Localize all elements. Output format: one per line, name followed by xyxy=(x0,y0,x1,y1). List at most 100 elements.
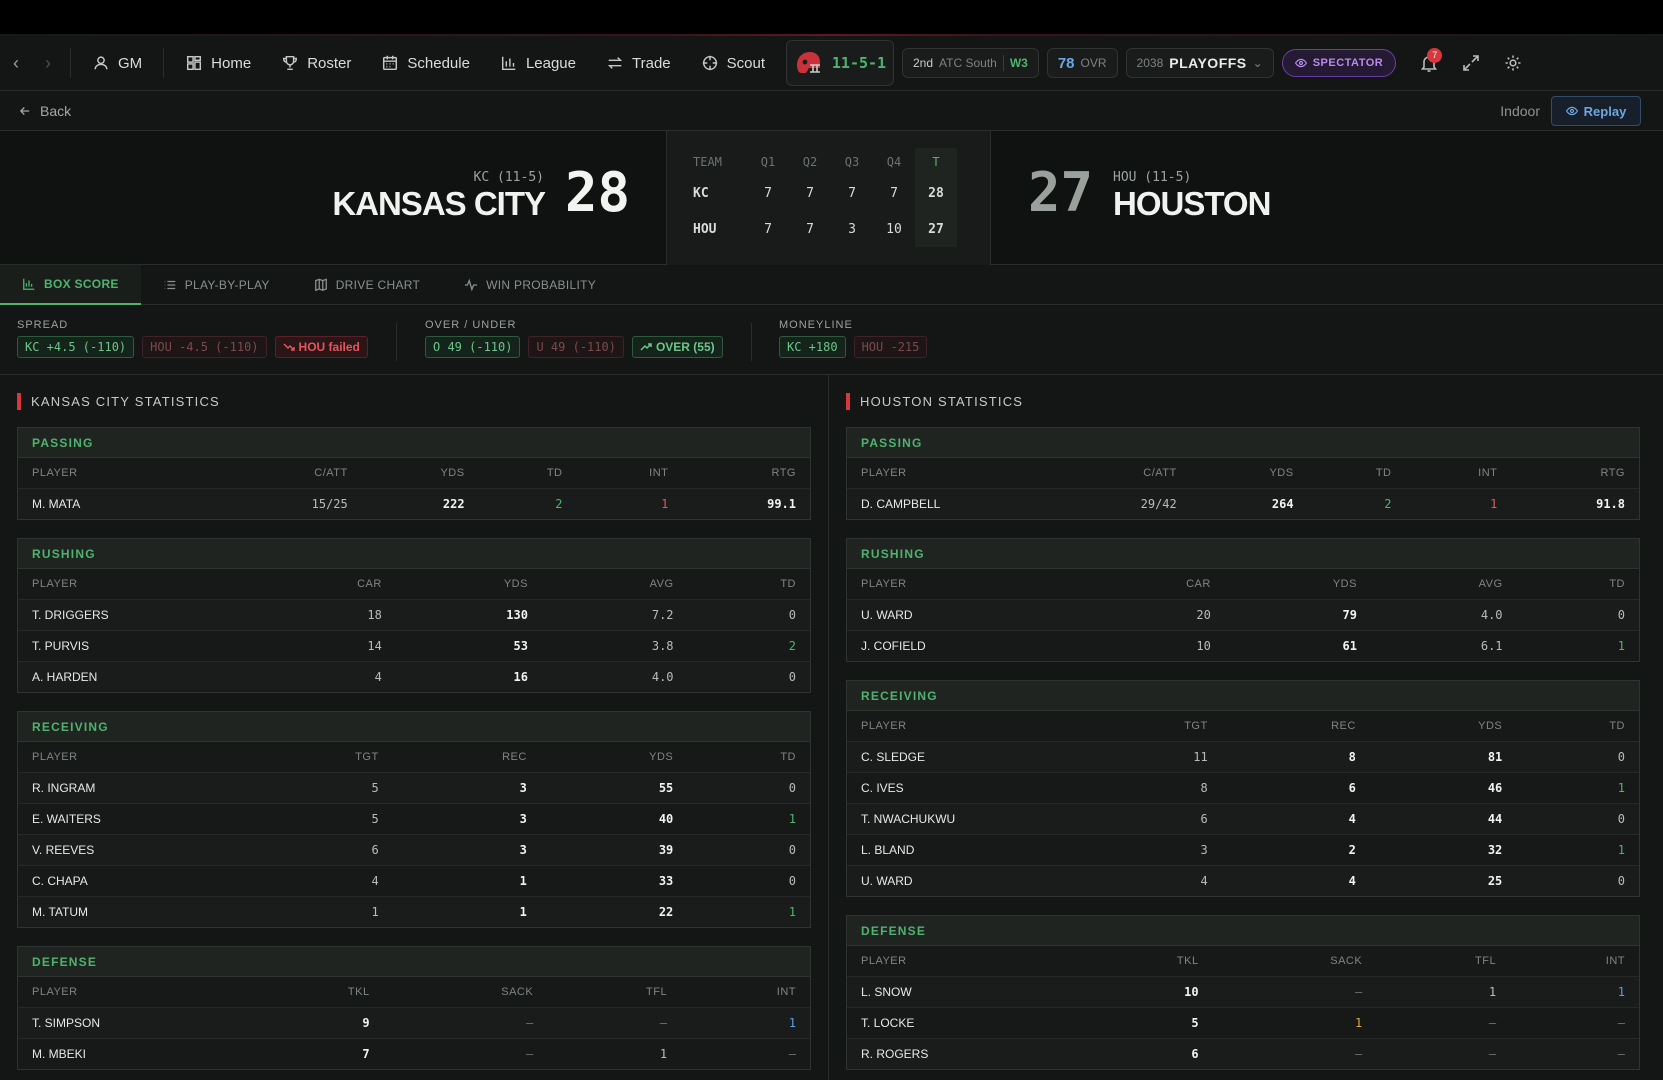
player-name[interactable]: D. CAMPBELL xyxy=(847,487,1047,519)
stat-cell: 1 xyxy=(681,1006,810,1038)
table-row[interactable]: U. WARD 4 4 25 0 xyxy=(847,864,1639,896)
tab-label: WIN PROBABILITY xyxy=(486,278,597,292)
nav-item-schedule[interactable]: Schedule xyxy=(366,36,485,91)
stat-cell: 3 xyxy=(392,833,541,865)
team-record-box[interactable]: 11-5-1 xyxy=(786,40,894,86)
table-row[interactable]: C. SLEDGE 11 8 81 0 xyxy=(847,740,1639,772)
player-name[interactable]: T. NWACHUKWU xyxy=(847,802,1077,834)
hou-stats-title-text: HOUSTON STATISTICS xyxy=(860,393,1024,409)
tab-label: PLAY-BY-PLAY xyxy=(184,278,270,292)
list-icon xyxy=(164,280,175,290)
table-row[interactable]: R. ROGERS 6 – – – xyxy=(847,1037,1639,1069)
standing-pill[interactable]: 2nd ATC South W3 xyxy=(902,48,1039,78)
bet-divider xyxy=(751,323,752,361)
player-name[interactable]: C. SLEDGE xyxy=(847,740,1077,772)
pill-divider xyxy=(1002,55,1004,71)
stat-cell: 4 xyxy=(248,660,396,692)
column-header: TD xyxy=(1609,719,1625,732)
player-name[interactable]: T. LOCKE xyxy=(847,1006,1077,1038)
column-header: PLAYER xyxy=(32,577,78,590)
player-name[interactable]: C. CHAPA xyxy=(18,864,248,896)
stat-cell: 1 xyxy=(687,895,810,927)
table-row[interactable]: R. INGRAM 5 3 55 0 xyxy=(18,771,810,803)
tab-drive-chart[interactable]: DRIVE CHART xyxy=(292,265,442,305)
player-name[interactable]: L. BLAND xyxy=(847,833,1077,865)
ovr-pill[interactable]: 78 OVR xyxy=(1046,48,1118,78)
settings-button[interactable] xyxy=(1492,36,1534,91)
nav-item-home[interactable]: Home xyxy=(170,36,266,91)
tab-win-probability[interactable]: WIN PROBABILITY xyxy=(442,265,618,305)
player-name[interactable]: U. WARD xyxy=(847,864,1077,896)
nav-forward-arrow[interactable]: › xyxy=(32,36,64,91)
table-header-row: PLAYER TGT REC YDS TD xyxy=(18,742,810,772)
player-name[interactable]: M. TATUM xyxy=(18,895,248,927)
player-name[interactable]: M. MATA xyxy=(18,487,218,519)
player-name[interactable]: J. COFIELD xyxy=(847,629,1077,661)
table-row[interactable]: T. SIMPSON 9 – – 1 xyxy=(18,1006,810,1038)
table-header-row: PLAYER TKL SACK TFL INT xyxy=(18,977,810,1007)
column-header: INT xyxy=(1605,954,1625,967)
table-row[interactable]: U. WARD 20 79 4.0 0 xyxy=(847,598,1639,630)
player-name[interactable]: C. IVES xyxy=(847,771,1077,803)
section-title: DEFENSE xyxy=(847,916,1639,946)
nav-item-league[interactable]: League xyxy=(485,36,591,91)
spectator-badge[interactable]: SPECTATOR xyxy=(1281,49,1397,77)
player-name[interactable]: L. SNOW xyxy=(847,975,1077,1007)
season-select[interactable]: 2038 PLAYOFFS ⌄ xyxy=(1125,48,1274,78)
player-name[interactable]: R. ROGERS xyxy=(847,1037,1077,1069)
notification-count: 7 xyxy=(1427,47,1443,63)
stat-cell: 20 xyxy=(1077,598,1225,630)
player-name[interactable]: E. WAITERS xyxy=(18,802,248,834)
stat-cell: 1 xyxy=(687,802,810,834)
table-row[interactable]: M. MBEKI 7 – 1 – xyxy=(18,1037,810,1069)
player-name[interactable]: T. PURVIS xyxy=(18,629,248,661)
table-row[interactable]: V. REEVES 6 3 39 0 xyxy=(18,833,810,865)
table-header-row: PLAYER CAR YDS AVG TD xyxy=(847,569,1639,599)
table-row[interactable]: A. HARDEN 4 16 4.0 0 xyxy=(18,660,810,692)
stat-cell: – xyxy=(1376,1037,1511,1069)
notifications-button[interactable]: 7 xyxy=(1408,36,1450,91)
table-row[interactable]: M. MATA 15/25 222 2 1 99.1 xyxy=(18,487,810,519)
player-name[interactable]: V. REEVES xyxy=(18,833,248,865)
table-row[interactable]: T. DRIGGERS 18 130 7.2 0 xyxy=(18,598,810,630)
nav-back-arrow[interactable]: ‹ xyxy=(0,36,32,91)
section-title: PASSING xyxy=(847,428,1639,458)
column-header: CAR xyxy=(1186,577,1211,590)
table-row[interactable]: C. CHAPA 4 1 33 0 xyxy=(18,864,810,896)
stat-cell: 18 xyxy=(248,598,396,630)
table-row[interactable]: L. BLAND 3 2 32 1 xyxy=(847,833,1639,865)
table-row[interactable]: T. NWACHUKWU 6 4 44 0 xyxy=(847,802,1639,834)
back-button[interactable]: Back xyxy=(18,91,71,131)
tab-box-score[interactable]: BOX SCORE xyxy=(0,265,141,305)
player-name[interactable]: T. SIMPSON xyxy=(18,1006,248,1038)
table-row[interactable]: M. TATUM 1 1 22 1 xyxy=(18,895,810,927)
table-row[interactable]: D. CAMPBELL 29/42 264 2 1 91.8 xyxy=(847,487,1639,519)
fullscreen-button[interactable] xyxy=(1450,36,1492,91)
table-row[interactable]: E. WAITERS 5 3 40 1 xyxy=(18,802,810,834)
table-row[interactable]: L. SNOW 10 – 1 1 xyxy=(847,975,1639,1007)
stat-cell: 55 xyxy=(540,771,688,803)
nav-item-scout[interactable]: Scout xyxy=(686,36,780,91)
home-team-name: KANSAS CITY xyxy=(332,185,546,222)
kc-rushing-table: PLAYER CAR YDS AVG TD T. DRIGGERS 18 130… xyxy=(18,569,810,692)
player-name[interactable]: R. INGRAM xyxy=(18,771,248,803)
nav-gm[interactable]: GM xyxy=(77,36,157,91)
tab-play-by-play[interactable]: PLAY-BY-PLAY xyxy=(141,265,292,305)
kc-stats-title: KANSAS CITY STATISTICS xyxy=(17,375,811,427)
table-row[interactable]: C. IVES 8 6 46 1 xyxy=(847,771,1639,803)
table-row[interactable]: J. COFIELD 10 61 6.1 1 xyxy=(847,629,1639,661)
stat-cell: 53 xyxy=(395,629,542,661)
player-name[interactable]: U. WARD xyxy=(847,598,1077,630)
stat-cell: 6 xyxy=(1077,802,1222,834)
nav-item-roster[interactable]: Roster xyxy=(266,36,366,91)
player-name[interactable]: T. DRIGGERS xyxy=(18,598,248,630)
player-name[interactable]: A. HARDEN xyxy=(18,660,248,692)
table-row[interactable]: T. PURVIS 14 53 3.8 2 xyxy=(18,629,810,661)
chevron-down-icon: ⌄ xyxy=(1252,56,1263,70)
nav-item-trade[interactable]: Trade xyxy=(591,36,686,91)
spread-kc-chip: KC +4.5 (-110) xyxy=(17,336,135,358)
player-name[interactable]: M. MBEKI xyxy=(18,1037,248,1069)
column-header: AVG xyxy=(649,577,674,590)
replay-button[interactable]: Replay xyxy=(1551,96,1641,126)
table-row[interactable]: T. LOCKE 5 1 – – xyxy=(847,1006,1639,1038)
